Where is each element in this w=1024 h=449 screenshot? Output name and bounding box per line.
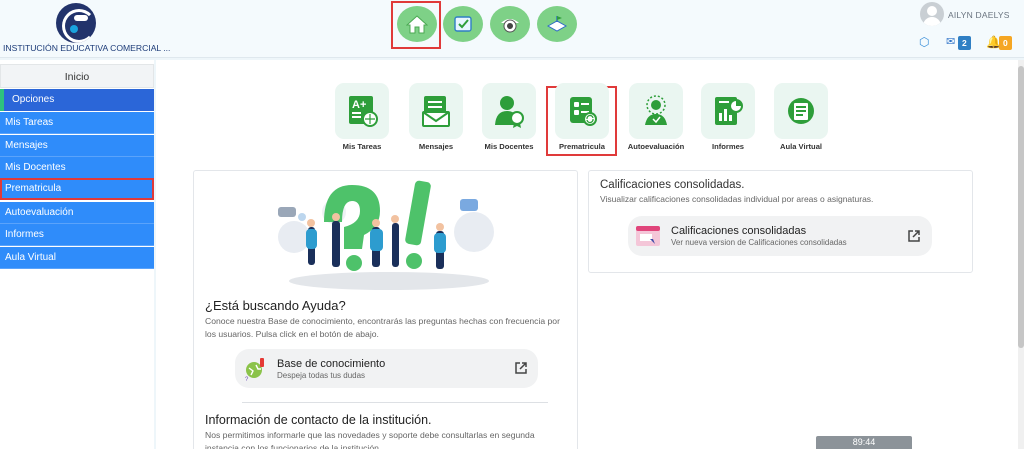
school-nav-button[interactable] xyxy=(537,6,577,42)
camera-nav-button[interactable] xyxy=(490,6,530,42)
sidebar-item-inicio[interactable]: Inicio xyxy=(0,64,154,88)
tile-aula-virtual[interactable] xyxy=(774,83,828,139)
tile-label-mis-tareas[interactable]: Mis Tareas xyxy=(322,142,402,151)
help-text: Conoce nuestra Base de conocimiento, enc… xyxy=(205,316,560,339)
help-illustration xyxy=(278,180,494,290)
camera-icon xyxy=(501,19,519,33)
tile-mis-tareas[interactable]: A+ xyxy=(335,83,389,139)
institution-name[interactable]: INSTITUCIÓN EDUCATIVA COMERCIAL ... xyxy=(3,43,170,53)
tile-autoevaluacion[interactable] xyxy=(629,83,683,139)
sidebar-item-aula-virtual[interactable]: Aula Virtual xyxy=(0,247,154,269)
tile-mensajes[interactable] xyxy=(409,83,463,139)
cube-icon[interactable]: ⬡ xyxy=(919,36,929,48)
self-evaluation-icon xyxy=(645,95,667,125)
messages-badge: 2 xyxy=(958,36,971,50)
consolidated-grades-title: Calificaciones consolidadas. xyxy=(600,179,745,191)
help-divider xyxy=(242,402,548,403)
tile-prematricula[interactable] xyxy=(555,83,609,139)
knowledge-base-button[interactable]: ? Base de conocimiento Despeja todas tus… xyxy=(235,349,538,388)
home-nav-button[interactable] xyxy=(397,6,437,42)
tile-label-aula-virtual[interactable]: Aula Virtual xyxy=(761,142,841,151)
grades-icon: A+ xyxy=(349,96,378,127)
consolidated-grades-subtitle: Visualizar calificaciones consolidadas i… xyxy=(600,194,874,204)
tile-label-informes[interactable]: Informes xyxy=(688,142,768,151)
checklist-icon xyxy=(454,16,472,32)
teacher-icon xyxy=(495,96,524,128)
tile-label-mensajes[interactable]: Mensajes xyxy=(396,142,476,151)
main-content: A+ Mis Tareas Mensajes Mis Docentes Prem… xyxy=(156,60,1018,449)
notifications-badge: 0 xyxy=(999,36,1012,50)
knowledge-base-subtitle[interactable]: Despeja todas tus dudas xyxy=(277,371,365,380)
knowledge-base-icon: ? xyxy=(245,358,264,381)
knowledge-base-title[interactable]: Base de conocimiento xyxy=(277,358,385,370)
tile-informes[interactable] xyxy=(701,83,755,139)
session-timer: 89:44 xyxy=(816,436,912,449)
sidebar-section-opciones[interactable]: Opciones xyxy=(0,89,154,111)
institution-logo[interactable] xyxy=(56,3,96,43)
scrollbar-thumb[interactable] xyxy=(1018,66,1024,348)
consolidated-grades-button-subtitle[interactable]: Ver nueva version de Calificaciones cons… xyxy=(671,238,847,247)
contact-text: Nos permitimos informarle que las noveda… xyxy=(205,430,535,449)
sidebar-item-mis-docentes[interactable]: Mis Docentes xyxy=(0,157,154,179)
messages-icon xyxy=(422,96,450,127)
sidebar: Inicio Opciones Mis Tareas Mensajes Mis … xyxy=(0,60,154,449)
virtual-classroom-icon xyxy=(788,98,814,124)
consolidated-grades-button[interactable]: Calificaciones consolidadas Ver nueva ve… xyxy=(628,216,932,256)
sidebar-item-prematricula[interactable]: Prematricula xyxy=(0,178,154,200)
enrollment-icon xyxy=(570,97,597,126)
tasks-nav-button[interactable] xyxy=(443,6,483,42)
certificate-icon xyxy=(636,226,660,246)
sidebar-item-autoevaluacion[interactable]: Autoevaluación xyxy=(0,202,154,224)
home-icon xyxy=(406,15,428,34)
sidebar-item-mensajes[interactable]: Mensajes xyxy=(0,135,154,157)
tile-label-mis-docentes[interactable]: Mis Docentes xyxy=(469,142,549,151)
sidebar-item-mis-tareas[interactable]: Mis Tareas xyxy=(0,112,154,134)
consolidated-grades-button-title[interactable]: Calificaciones consolidadas xyxy=(671,225,806,237)
external-link-icon[interactable] xyxy=(514,361,528,375)
sidebar-item-informes[interactable]: Informes xyxy=(0,224,154,246)
institution-logo-area[interactable]: INSTITUCIÓN EDUCATIVA COMERCIAL ... xyxy=(0,0,170,58)
svg-text:A+: A+ xyxy=(352,99,366,111)
contact-title: Información de contacto de la institució… xyxy=(205,413,432,427)
external-link-icon[interactable] xyxy=(907,229,921,243)
school-icon xyxy=(546,16,568,32)
user-name[interactable]: AILYN DAELYS xyxy=(948,10,1010,20)
mail-icon[interactable]: ✉ xyxy=(946,36,955,48)
svg-text:?: ? xyxy=(245,377,249,381)
consolidated-grades-card: Calificaciones consolidadas. Visualizar … xyxy=(588,170,973,273)
top-header: INSTITUCIÓN EDUCATIVA COMERCIAL ... AILY… xyxy=(0,0,1024,58)
reports-icon xyxy=(715,97,743,125)
help-title: ¿Está buscando Ayuda? xyxy=(205,298,346,313)
tile-label-autoevaluacion[interactable]: Autoevaluación xyxy=(616,142,696,151)
tile-label-prematricula[interactable]: Prematricula xyxy=(542,142,622,151)
avatar[interactable] xyxy=(920,2,944,26)
help-card: ¿Está buscando Ayuda? Conoce nuestra Bas… xyxy=(193,170,578,449)
tile-mis-docentes[interactable] xyxy=(482,83,536,139)
